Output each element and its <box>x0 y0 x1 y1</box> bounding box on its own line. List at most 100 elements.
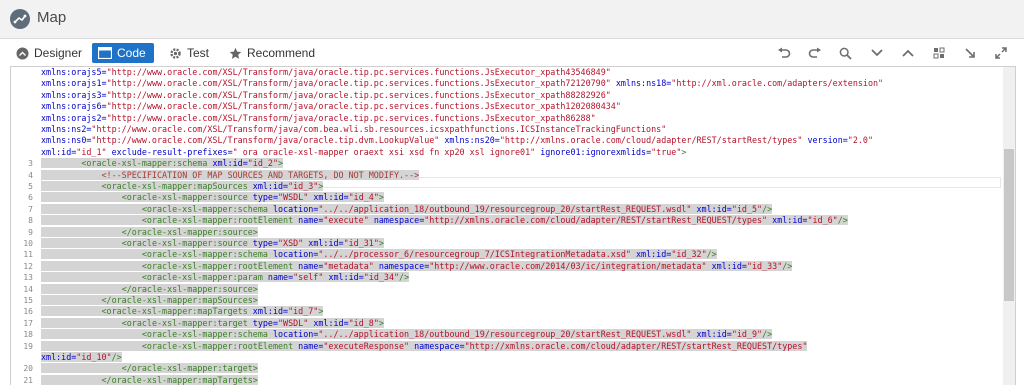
code-token: xml:id= <box>313 192 349 203</box>
code-line[interactable]: 21 </oracle-xsl-mapper:mapTargets> <box>11 374 1001 385</box>
code-line[interactable]: 17 <oracle-xsl-mapper:target type="WSDL"… <box>11 317 1001 329</box>
code-line[interactable]: 14 </oracle-xsl-mapper:source> <box>11 283 1001 295</box>
code-text: <oracle-xsl-mapper:rootElement name="met… <box>41 260 793 272</box>
tab-test[interactable]: Test <box>162 43 222 63</box>
code-token: "http://www.oracle.com/XSL/Transform/jav… <box>106 89 611 100</box>
code-token: "id_5" <box>731 203 763 214</box>
code-token: "metadata" <box>323 260 374 271</box>
code-text: <oracle-xsl-mapper:target type="WSDL" xm… <box>41 317 384 329</box>
code-line[interactable]: 20 </oracle-xsl-mapper:target> <box>11 363 1001 374</box>
code-token: location= <box>272 203 319 214</box>
vertical-scrollbar[interactable] <box>1003 67 1015 385</box>
code-line[interactable]: 12 <oracle-xsl-mapper:rootElement name="… <box>11 260 1001 272</box>
code-line[interactable]: xml:id="id_10"/> <box>11 352 1001 363</box>
code-token <box>41 169 102 180</box>
code-token: /> <box>399 272 410 283</box>
code-text: </oracle-xsl-mapper:mapSources> <box>41 295 258 306</box>
code-token <box>41 238 122 248</box>
code-line[interactable]: xmlns:orajs3="http://www.oracle.com/XSL/… <box>11 90 1001 101</box>
tab-code[interactable]: Code <box>92 43 154 63</box>
code-token: "id_7" <box>288 306 319 317</box>
code-line[interactable]: 18 <oracle-xsl-mapper:schema location=".… <box>11 329 1001 340</box>
code-token <box>41 306 102 317</box>
code-text: xmlns:ns2="http://www.oracle.com/XSL/Tra… <box>41 124 666 135</box>
code-text: <oracle-xsl-mapper:schema location="../.… <box>41 249 717 260</box>
code-line[interactable]: 16 <oracle-xsl-mapper:mapTargets xml:id=… <box>11 306 1001 317</box>
code-token: xml:id= <box>252 306 289 317</box>
code-token <box>41 181 102 191</box>
code-text: <oracle-xsl-mapper:schema location="../.… <box>41 203 773 215</box>
code-line[interactable]: 3 <oracle-xsl-mapper:schema xml:id="id_2… <box>11 158 1001 169</box>
code-token: "id_4" <box>348 192 379 203</box>
code-line[interactable]: 11 <oracle-xsl-mapper:schema location=".… <box>11 249 1001 260</box>
code-line[interactable]: xmlns:orajs6="http://www.oracle.com/XSL/… <box>11 101 1001 112</box>
code-line[interactable]: xmlns:orajs2="http://www.oracle.com/XSL/… <box>11 113 1001 124</box>
code-token: /> <box>706 249 717 260</box>
line-number: 11 <box>23 250 33 260</box>
line-number: 19 <box>23 341 33 351</box>
code-token <box>41 329 142 340</box>
code-token: xml:id= <box>772 215 808 226</box>
redo-icon[interactable] <box>799 44 830 62</box>
code-line[interactable]: xml:id="id_1" exclude-result-prefixes=" … <box>11 147 1001 158</box>
collapse-icon[interactable] <box>954 44 985 62</box>
tab-recommend[interactable]: Recommend <box>222 43 322 63</box>
code-line[interactable]: 10 <oracle-xsl-mapper:source type="XSD" … <box>11 238 1001 249</box>
code-token: /> <box>782 260 793 271</box>
code-line[interactable]: 19 <oracle-xsl-mapper:rootElement name="… <box>11 340 1001 352</box>
page-title: Map <box>37 9 67 26</box>
code-line[interactable]: 13 <oracle-xsl-mapper:param name="self" … <box>11 272 1001 283</box>
line-number: 9 <box>28 227 33 237</box>
code-line[interactable]: 9 </oracle-xsl-mapper:source> <box>11 226 1001 238</box>
code-text: xmlns:orajs6="http://www.oracle.com/XSL/… <box>41 101 621 112</box>
code-line[interactable]: 7 <oracle-xsl-mapper:schema location="..… <box>11 203 1001 215</box>
code-token: name= <box>298 340 324 351</box>
code-token <box>41 226 122 237</box>
code-token: xmlns:ns0= <box>41 135 92 146</box>
code-token: > <box>681 146 687 157</box>
code-line[interactable]: 6 <oracle-xsl-mapper:source type="WSDL" … <box>11 192 1001 203</box>
code-token: "../../application_18/outbound_19/resour… <box>318 329 692 340</box>
code-token <box>41 192 122 203</box>
code-text: xml:id="id_1" exclude-result-prefixes=" … <box>41 147 686 158</box>
code-token: <!--SPECIFICATION OF MAP SOURCES AND TAR… <box>101 169 420 180</box>
code-token: <oracle-xsl-mapper:schema <box>141 329 268 340</box>
code-token: namespace= <box>373 215 425 226</box>
code-line[interactable]: 4 <!--SPECIFICATION OF MAP SOURCES AND T… <box>11 169 1001 181</box>
code-line[interactable]: xmlns:orajs5="http://www.oracle.com/XSL/… <box>11 67 1001 78</box>
code-line[interactable]: 8 <oracle-xsl-mapper:rootElement name="e… <box>11 215 1001 226</box>
line-number: 21 <box>23 375 33 385</box>
code-editor[interactable]: xmlns:orajs5="http://www.oracle.com/XSL/… <box>10 66 1016 385</box>
designer-icon <box>16 46 29 60</box>
code-token: "http://www.oracle.com/2014/03/ic/integr… <box>429 260 707 271</box>
code-text: <oracle-xsl-mapper:param name="self" xml… <box>41 272 410 283</box>
code-line[interactable]: 15 </oracle-xsl-mapper:mapSources> <box>11 295 1001 306</box>
scrollbar-thumb[interactable] <box>1004 149 1014 301</box>
tab-label: Code <box>117 46 146 60</box>
chevron-up-icon[interactable] <box>892 44 923 62</box>
code-token: <oracle-xsl-mapper:rootElement <box>141 215 294 226</box>
expand-icon[interactable] <box>985 44 1016 62</box>
code-line[interactable]: xmlns:ns2="http://www.oracle.com/XSL/Tra… <box>11 124 1001 135</box>
code-token: </oracle-xsl-mapper:target> <box>121 363 258 374</box>
code-line[interactable]: xmlns:orajs1="http://www.oracle.com/XSL/… <box>11 78 1001 89</box>
chevron-down-icon[interactable] <box>861 44 892 62</box>
code-token: " ora oracle-xsl-mapper oraext xsi xsd f… <box>232 146 536 157</box>
code-token <box>706 260 712 271</box>
code-token: namespace= <box>414 340 465 351</box>
code-token <box>41 203 142 214</box>
line-number: 8 <box>28 216 33 226</box>
tab-designer[interactable]: Designer <box>10 43 88 63</box>
code-token: "http://xmlns.oracle.com/cloud/adapter/R… <box>424 215 768 226</box>
code-token: > <box>318 306 324 317</box>
code-line[interactable]: 5 <oracle-xsl-mapper:mapSources xml:id="… <box>11 181 1001 192</box>
code-line[interactable]: xmlns:ns0="http://www.oracle.com/XSL/Tra… <box>11 135 1001 146</box>
code-text: xmlns:orajs3="http://www.oracle.com/XSL/… <box>41 90 611 101</box>
format-icon[interactable] <box>923 44 954 62</box>
code-token: namespace= <box>378 260 430 271</box>
code-token: /> <box>111 352 122 362</box>
app-header: Map <box>0 0 1024 39</box>
undo-icon[interactable] <box>768 44 799 62</box>
search-icon[interactable] <box>830 44 861 62</box>
code-token: "http://xml.oracle.com/adapters/extensio… <box>671 78 884 89</box>
